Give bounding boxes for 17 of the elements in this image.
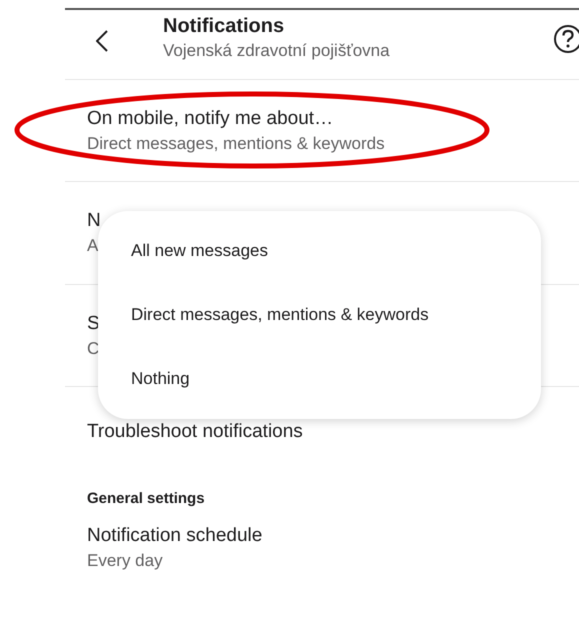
setting-title[interactable]: N [87,208,101,234]
section-heading: General settings [87,490,205,507]
setting-title[interactable]: S [87,310,100,336]
setting-value: Every day [87,550,163,572]
setting-title[interactable]: Troubleshoot notifications [87,419,303,445]
back-icon[interactable] [96,30,108,52]
screen-title: Notifications [163,14,286,39]
setting-title[interactable]: On mobile, notify me about… [87,106,334,132]
menu-option[interactable]: Direct messages, mentions & keywords [131,303,429,327]
setting-value: Direct messages, mentions & keywords [87,132,385,154]
setting-title[interactable]: Notification schedule [87,523,262,549]
screen-subtitle: Vojenská zdravotní pojišťovna [163,40,390,62]
menu-option[interactable]: Nothing [131,367,190,391]
setting-value: C [87,338,100,360]
setting-value: A [87,235,98,257]
help-icon[interactable] [553,24,579,54]
menu-option[interactable]: All new messages [131,239,268,263]
